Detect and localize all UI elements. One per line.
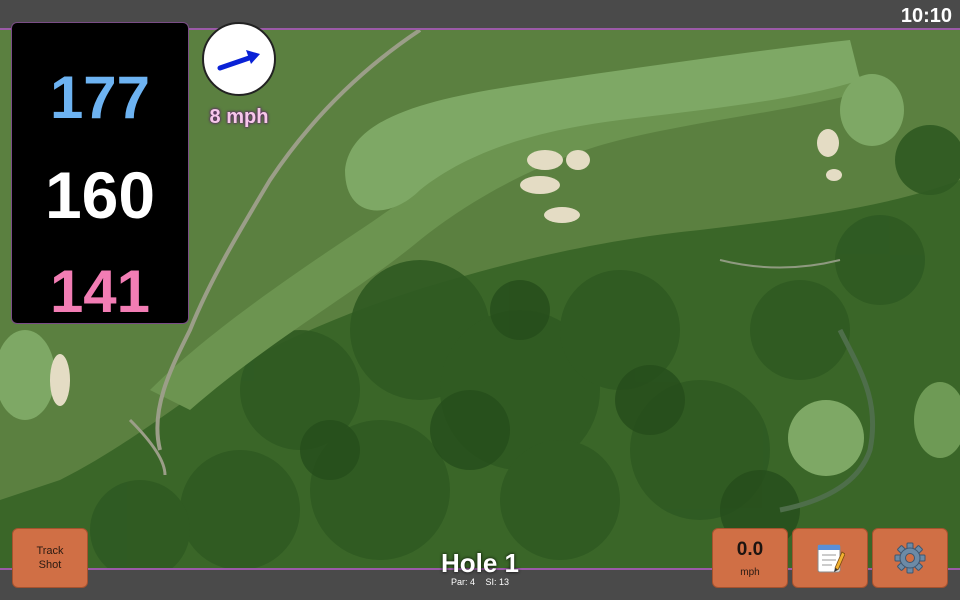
notepad-icon	[817, 544, 845, 573]
track-shot-label-line2: Shot	[38, 559, 62, 571]
settings-button[interactable]	[872, 528, 948, 588]
notes-button[interactable]	[792, 528, 868, 588]
clock: 10:10	[900, 5, 952, 27]
distance-middle: 160	[44, 158, 156, 232]
distance-front: 141	[49, 258, 151, 325]
arrow-icon	[217, 50, 260, 71]
wind-direction-dial	[202, 22, 276, 96]
speed-button[interactable]: 0.0 mph	[712, 528, 788, 588]
hole-title: Hole 1	[440, 548, 520, 578]
hole-par: Par: 4	[450, 577, 475, 587]
track-shot-button[interactable]: Track Shot	[12, 528, 88, 588]
distance-back: 177	[49, 64, 151, 131]
wind-speed: 8 mph	[209, 106, 269, 128]
speed-value: 0.0	[736, 538, 764, 560]
gear-icon	[894, 542, 926, 574]
hole-stroke-index: SI: 13	[485, 577, 510, 587]
speed-unit: mph	[740, 566, 760, 578]
distance-panel: 177 160 141	[11, 22, 189, 325]
hole-info: Par: 4 SI: 13	[380, 577, 580, 587]
track-shot-label-line1: Track	[36, 545, 64, 557]
